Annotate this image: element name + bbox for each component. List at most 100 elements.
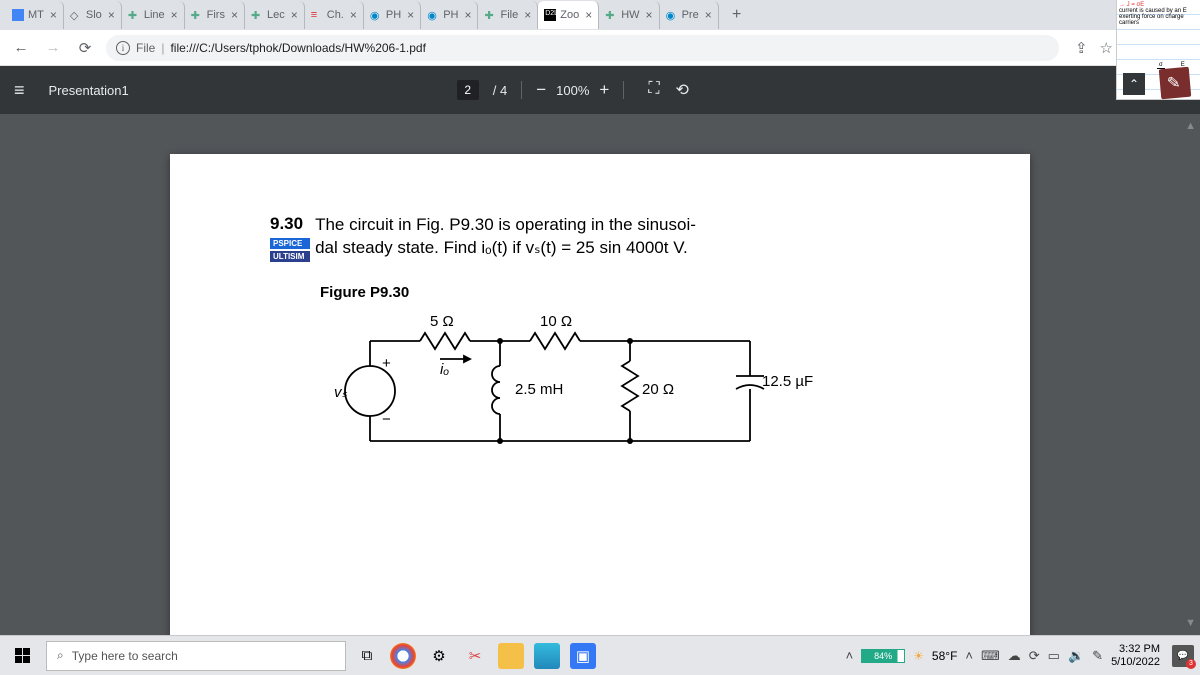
figure-caption: Figure P9.30: [320, 284, 990, 301]
vs-label: vₛ: [334, 383, 347, 401]
tab-2[interactable]: ✚Line×: [122, 1, 185, 29]
weather-icon[interactable]: ☀: [913, 649, 924, 663]
tab-label: MT: [28, 9, 44, 21]
close-icon[interactable]: ×: [705, 8, 712, 22]
url-prefix: File: [136, 41, 155, 55]
close-icon[interactable]: ×: [585, 8, 592, 22]
favicon-icon: ✚: [484, 9, 496, 21]
tab-5[interactable]: ≡ Ch. ×: [305, 1, 364, 29]
favicon-icon: ◉: [427, 9, 439, 21]
forward-button[interactable]: →: [42, 39, 64, 56]
favicon-icon: ✚: [251, 9, 263, 21]
taskbar-search-input[interactable]: ⌕ Type here to search: [46, 641, 346, 671]
bookmark-icon[interactable]: ☆: [1100, 39, 1113, 57]
close-icon[interactable]: ×: [524, 8, 531, 22]
clock[interactable]: 3:32 PM 5/10/2022: [1111, 643, 1164, 667]
tab-label: File: [500, 9, 518, 21]
notifications-button[interactable]: 💬3: [1172, 645, 1194, 667]
favicon-icon: [12, 9, 24, 21]
scroll-to-top-button[interactable]: ⌃: [1123, 73, 1145, 95]
reload-button[interactable]: ⟳: [74, 39, 96, 57]
close-icon[interactable]: ×: [291, 8, 298, 22]
date-text: 5/10/2022: [1111, 656, 1160, 668]
url-field[interactable]: i File | file:///C:/Users/tphok/Download…: [106, 35, 1059, 61]
favicon-icon: ≡: [311, 9, 323, 21]
favicon-icon: ◇: [70, 9, 82, 21]
tab-9[interactable]: D2LZoo×: [538, 1, 599, 29]
close-icon[interactable]: ×: [231, 8, 238, 22]
battery-indicator[interactable]: 84%: [861, 649, 905, 663]
chrome-icon[interactable]: [390, 643, 416, 669]
zoom-out-button[interactable]: −: [536, 80, 546, 100]
close-icon[interactable]: ×: [646, 8, 653, 22]
tab-0[interactable]: MT ×: [6, 1, 64, 29]
snip-icon[interactable]: ✂: [462, 643, 488, 669]
keyboard-icon[interactable]: ⌨: [981, 648, 1000, 664]
tab-label: PH: [386, 9, 401, 21]
tab-8[interactable]: ✚ File ×: [478, 1, 538, 29]
address-bar: ← → ⟳ i File | file:///C:/Users/tphok/Do…: [0, 30, 1200, 66]
back-button[interactable]: ←: [10, 39, 32, 56]
add-tab-button[interactable]: +: [725, 3, 749, 27]
problem-text: The circuit in Fig. P9.30 is operating i…: [315, 214, 696, 260]
onedrive-icon[interactable]: ☁: [1008, 648, 1021, 664]
task-view-icon[interactable]: ⧉: [354, 643, 380, 669]
start-button[interactable]: [6, 640, 38, 672]
multisim-tag: ULTISIM: [270, 251, 310, 262]
src-plus: +: [382, 355, 391, 372]
close-icon[interactable]: ×: [171, 8, 178, 22]
zoom-in-button[interactable]: +: [599, 80, 609, 100]
tab-7[interactable]: ◉ PH ×: [421, 1, 478, 29]
favicon-icon: ◉: [666, 9, 678, 21]
tab-label: Ch.: [327, 9, 344, 21]
pdf-toolbar: ≡ Presentation1 / 4 − 100% + ⛶ ⟲: [0, 66, 1200, 114]
tab-3[interactable]: ✚Firs×: [185, 1, 245, 29]
tab-10[interactable]: ✚HW×: [599, 1, 659, 29]
close-icon[interactable]: ×: [50, 8, 57, 22]
note-line: carriers: [1119, 20, 1198, 26]
tab-11[interactable]: ◉Pre×: [660, 1, 719, 29]
close-icon[interactable]: ×: [350, 8, 357, 22]
c-label: 12.5 µF: [762, 373, 813, 390]
close-icon[interactable]: ×: [407, 8, 414, 22]
r2-label: 10 Ω: [540, 313, 572, 330]
scrollbar-down-icon[interactable]: ▼: [1185, 617, 1196, 629]
tab-4[interactable]: ✚ Lec ×: [245, 1, 305, 29]
share-icon[interactable]: ⇪: [1075, 39, 1088, 57]
update-icon[interactable]: ⟳: [1029, 648, 1040, 664]
pdf-viewport[interactable]: 9.30 The circuit in Fig. P9.30 is operat…: [0, 114, 1200, 635]
tray-expand-icon[interactable]: ˄: [846, 648, 854, 663]
volume-icon[interactable]: 🔉: [1068, 648, 1084, 664]
problem-block: 9.30 The circuit in Fig. P9.30 is operat…: [270, 214, 990, 260]
system-tray: ˄ 84% ☀ 58°F ˄ ⌨ ☁ ⟳ ▭ 🔉 ✎ 3:32 PM 5/10/…: [846, 643, 1194, 667]
camera-icon[interactable]: ▣: [570, 643, 596, 669]
favicon-icon: ◉: [370, 9, 382, 21]
pspice-tag: PSPICE: [270, 238, 310, 249]
taskbar: ⌕ Type here to search ⧉ ⚙ ✂ ▣ ˄ 84% ☀ 58…: [0, 635, 1200, 675]
r3-label: 20 Ω: [642, 381, 674, 398]
rotate-icon[interactable]: ⟲: [676, 80, 689, 100]
tab-label: Lec: [267, 9, 285, 21]
tab-1[interactable]: ◇ Slo ×: [64, 1, 122, 29]
stylus-icon[interactable]: ✎: [1092, 648, 1103, 664]
tab-label: Slo: [86, 9, 102, 21]
circuit-diagram: 5 Ω 10 Ω iₒ 2.5 mH 20 Ω 12.5 µF vₛ + −: [320, 311, 820, 471]
close-icon[interactable]: ×: [464, 8, 471, 22]
photos-icon[interactable]: [534, 643, 560, 669]
chevron-up-icon[interactable]: ˄: [965, 648, 973, 663]
scrollbar-up-icon[interactable]: ▲: [1185, 120, 1196, 132]
fit-page-icon[interactable]: ⛶: [648, 80, 659, 100]
tab-6[interactable]: ◉ PH ×: [364, 1, 421, 29]
close-icon[interactable]: ×: [108, 8, 115, 22]
settings-icon[interactable]: ⚙: [426, 643, 452, 669]
time-text: 3:32 PM: [1111, 643, 1160, 655]
page-number-input[interactable]: [457, 80, 479, 100]
explorer-icon[interactable]: [498, 643, 524, 669]
zoom-level: 100%: [556, 83, 589, 98]
battery-icon[interactable]: ▭: [1048, 648, 1060, 664]
favicon-icon: ✚: [128, 9, 140, 21]
tab-label: PH: [443, 9, 458, 21]
menu-icon[interactable]: ≡: [14, 80, 25, 101]
annotate-pen-button[interactable]: [1159, 67, 1192, 100]
info-icon[interactable]: i: [116, 41, 130, 55]
